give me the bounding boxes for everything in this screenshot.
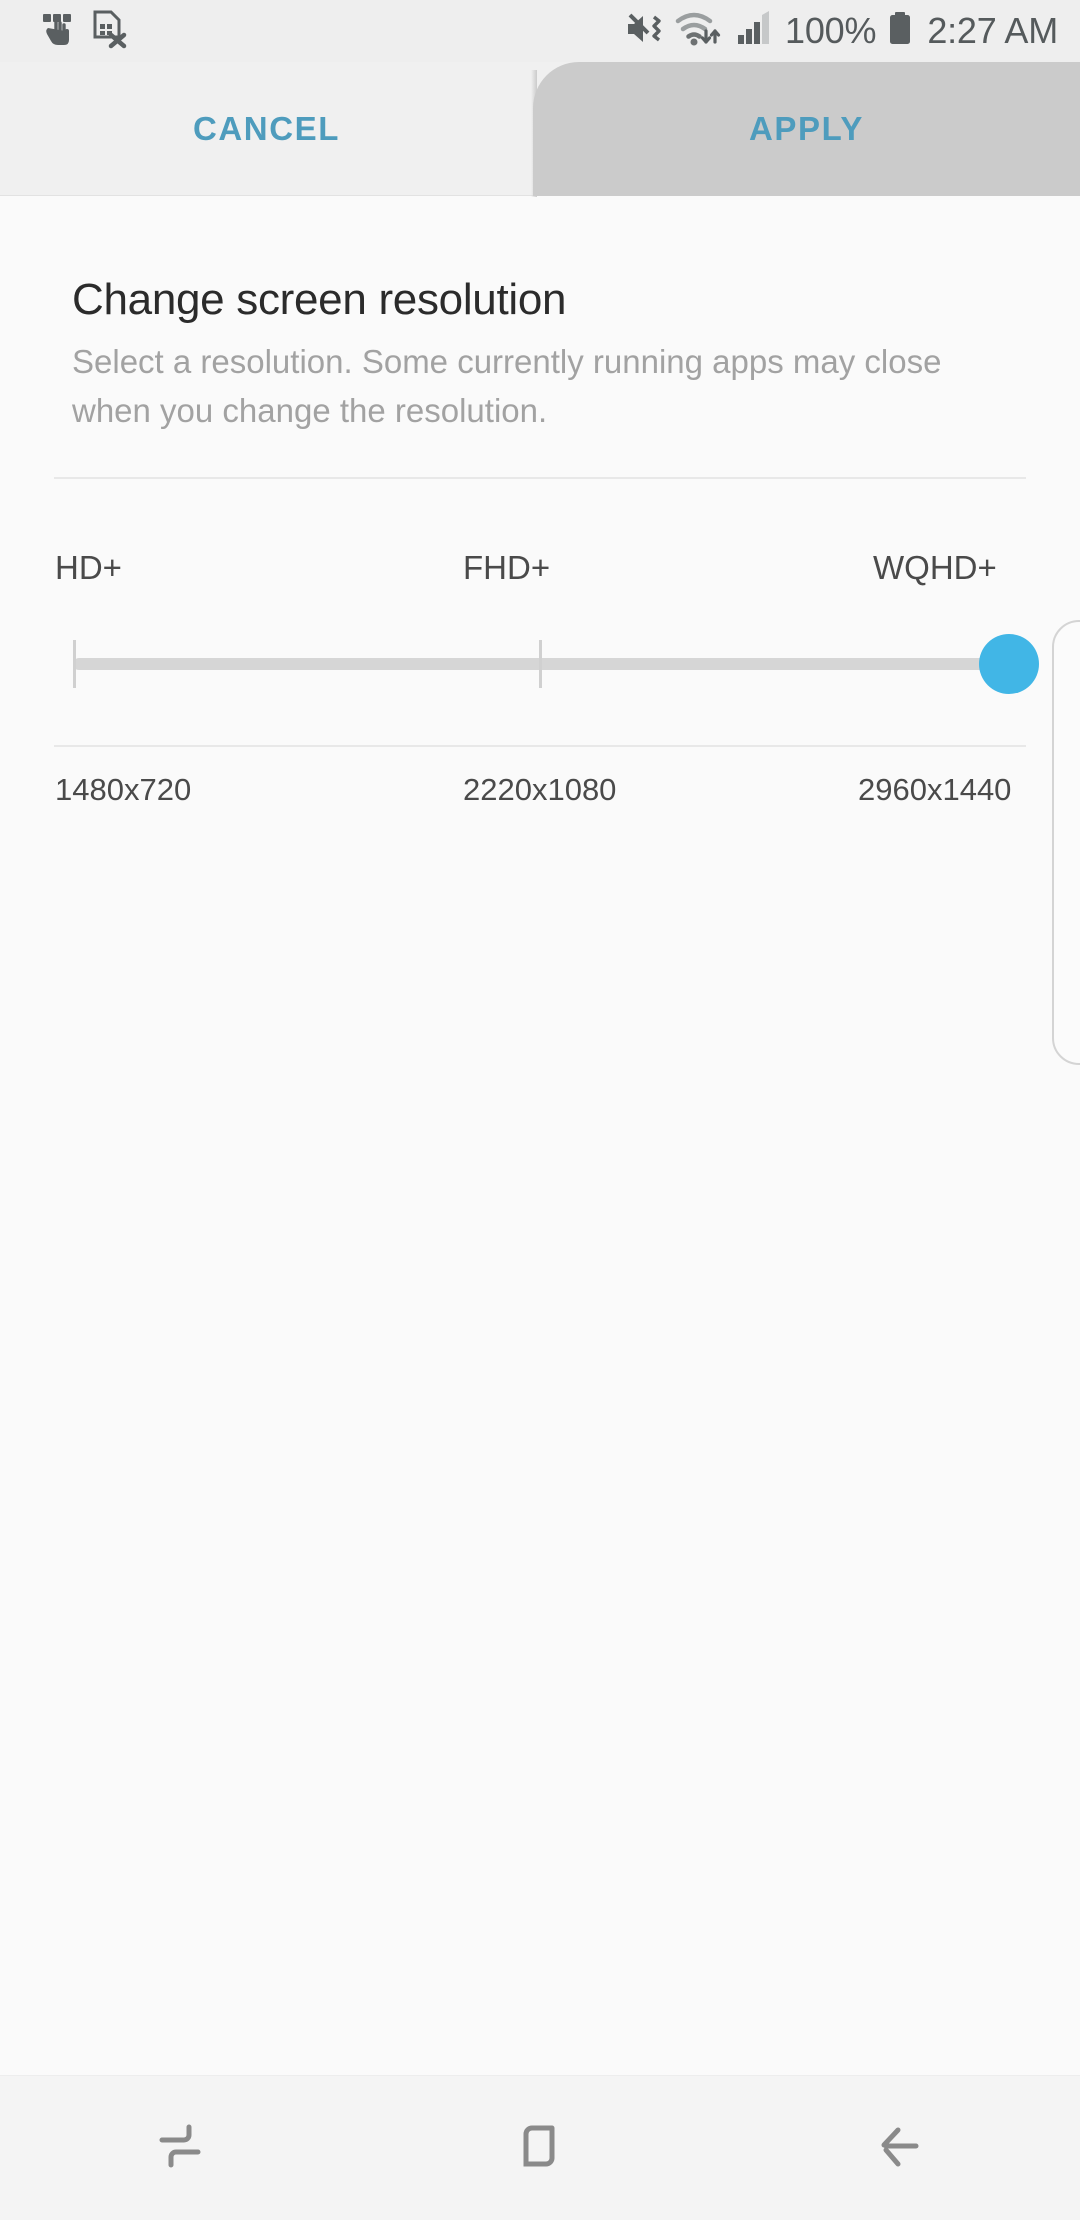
- wifi-transfer-icon: [675, 9, 727, 54]
- resolution-label-fhd: 2220x1080: [463, 772, 617, 807]
- signal-bars-icon: [736, 9, 776, 54]
- battery-percentage: 100%: [785, 10, 877, 51]
- edge-panel-handle[interactable]: [1052, 620, 1080, 1065]
- home-button[interactable]: [360, 2076, 720, 2220]
- page-description: Select a resolution. Some currently runn…: [72, 343, 942, 429]
- navigation-bar: [0, 2075, 1080, 2220]
- divider-bottom: [54, 745, 1026, 747]
- mute-vibrate-icon: [624, 9, 666, 54]
- home-icon: [510, 2114, 570, 2183]
- cancel-button[interactable]: CANCEL: [0, 62, 533, 196]
- main-content: Change screen resolution Select a resolu…: [0, 197, 1080, 2075]
- status-bar-right-icons: 100% 2:27 AM: [624, 0, 1058, 62]
- one-handed-gesture-icon: [36, 9, 76, 54]
- page-title: Change screen resolution: [72, 275, 567, 324]
- divider-top: [54, 477, 1026, 479]
- tier-label-hd: HD+: [55, 549, 122, 586]
- apply-button[interactable]: APPLY: [531, 62, 1080, 198]
- resolution-label-hd: 1480x720: [55, 772, 192, 807]
- no-sim-card-icon: [90, 9, 128, 54]
- battery-full-icon: [887, 9, 913, 54]
- status-bar-clock: 2:27 AM: [927, 10, 1058, 51]
- slider-tick-hd: [73, 640, 76, 688]
- action-bar: CANCEL APPLY: [0, 62, 1080, 198]
- back-arrow-icon: [868, 2114, 932, 2183]
- slider-thumb[interactable]: [979, 634, 1039, 694]
- slider-tick-fhd: [539, 640, 542, 688]
- resolution-slider-block: HD+ FHD+ WQHD+ 1480x720 2220x1080 2960x1…: [0, 497, 1080, 807]
- tier-label-wqhd: WQHD+: [873, 549, 997, 586]
- recents-icon: [148, 2114, 212, 2183]
- recents-button[interactable]: [0, 2076, 360, 2220]
- back-button[interactable]: [720, 2076, 1080, 2220]
- status-bar-left-icons: [36, 9, 128, 54]
- phone-screen: 100% 2:27 AM CANCEL APPLY Change screen …: [0, 0, 1080, 2220]
- status-bar: 100% 2:27 AM: [0, 0, 1080, 62]
- resolution-slider[interactable]: [73, 634, 1039, 694]
- resolution-label-wqhd: 2960x1440: [858, 772, 1012, 807]
- tier-label-fhd: FHD+: [463, 549, 551, 586]
